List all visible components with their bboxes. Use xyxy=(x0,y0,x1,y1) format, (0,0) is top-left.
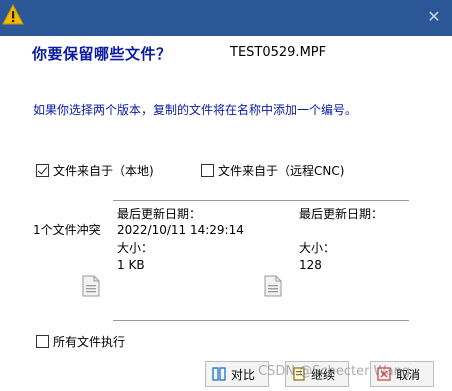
dialog-heading: 你要保留哪些文件？ xyxy=(32,45,172,63)
keep-local-label: 文件来自于（本地) xyxy=(53,164,154,178)
keep-remote-checkbox[interactable]: 文件来自于（远程CNC) xyxy=(201,162,344,179)
local-size-label: 大小： xyxy=(117,241,154,255)
warning-icon xyxy=(2,4,24,25)
remote-size-value: 128 xyxy=(299,258,322,272)
compare-icon xyxy=(212,367,226,381)
local-modified-value: 2022/10/11 14:29:14 xyxy=(117,223,244,237)
remote-size-label: 大小： xyxy=(299,241,336,255)
local-file-icon[interactable] xyxy=(82,275,100,297)
file-name: TEST0529.MPF xyxy=(230,45,327,60)
conflict-count-label: 1个文件冲突 xyxy=(33,223,101,237)
keep-remote-checkbox-box[interactable] xyxy=(201,164,214,177)
apply-all-checkbox[interactable]: 所有文件执行 xyxy=(36,333,125,350)
dialog-description: 如果你选择两个版本，复制的文件将在名称中添加一个编号。 xyxy=(33,103,358,117)
close-button[interactable]: ✕ xyxy=(416,0,452,36)
apply-all-label: 所有文件执行 xyxy=(53,335,126,349)
apply-all-checkbox-box[interactable] xyxy=(36,335,49,348)
watermark: CSDN @Schecter Wang xyxy=(258,364,411,379)
compare-label: 对比 xyxy=(231,367,256,382)
remote-modified-label: 最后更新日期： xyxy=(299,207,384,221)
divider-bottom xyxy=(113,320,409,321)
keep-remote-label: 文件来自于（远程CNC) xyxy=(218,164,345,178)
title-bar: ✕ xyxy=(0,0,452,36)
divider-top xyxy=(113,200,409,201)
remote-file-icon[interactable] xyxy=(264,275,282,297)
local-modified-label: 最后更新日期： xyxy=(117,207,202,221)
close-icon: ✕ xyxy=(427,7,441,26)
local-size-value: 1 KB xyxy=(117,258,145,272)
keep-local-checkbox-box[interactable] xyxy=(36,164,49,177)
keep-local-checkbox[interactable]: 文件来自于（本地) xyxy=(36,162,154,179)
